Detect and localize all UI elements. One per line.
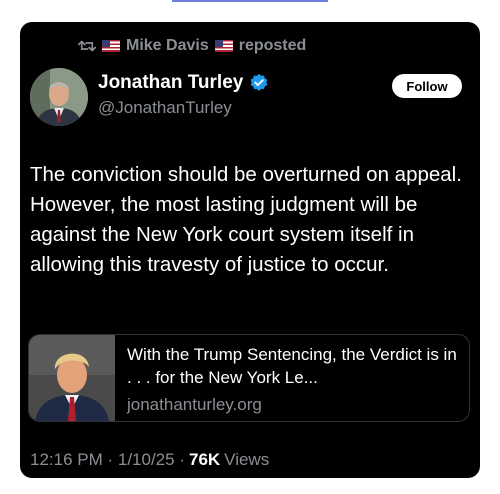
author-name[interactable]: Jonathan Turley xyxy=(98,72,243,94)
link-title: With the Trump Sentencing, the Verdict i… xyxy=(127,345,457,387)
link-domain: jonathanturley.org xyxy=(127,395,262,414)
post-meta: 12:16 PM · 1/10/25 · 76K Views xyxy=(30,450,269,470)
views-label: Views xyxy=(224,450,270,469)
author-name-row: Jonathan Turley xyxy=(98,72,269,94)
reposted-post-card[interactable]: Mike Davis reposted Jonathan Turley @Jon… xyxy=(20,22,480,478)
views-count: 76K xyxy=(188,450,221,469)
repost-user-name[interactable]: Mike Davis xyxy=(126,37,209,55)
author-handle[interactable]: @JonathanTurley xyxy=(98,98,232,118)
link-preview-card[interactable]: With the Trump Sentencing, the Verdict i… xyxy=(28,334,470,422)
author-avatar[interactable] xyxy=(30,68,88,126)
repost-label: reposted xyxy=(238,37,307,54)
post-timestamp[interactable]: 12:16 PM · 1/10/25 · xyxy=(30,450,185,470)
verified-badge-icon xyxy=(251,73,268,91)
retweet-icon xyxy=(78,40,96,52)
link-thumbnail xyxy=(29,335,115,421)
repost-indicator[interactable]: Mike Davis reposted xyxy=(78,36,306,56)
thumbnail-portrait xyxy=(29,335,115,421)
us-flag-icon xyxy=(214,40,233,52)
us-flag-icon xyxy=(102,40,120,52)
post-text: The conviction should be overturned on a… xyxy=(30,163,462,276)
top-divider xyxy=(172,0,328,2)
follow-button[interactable]: Follow xyxy=(392,74,462,98)
author-portrait xyxy=(30,68,88,126)
